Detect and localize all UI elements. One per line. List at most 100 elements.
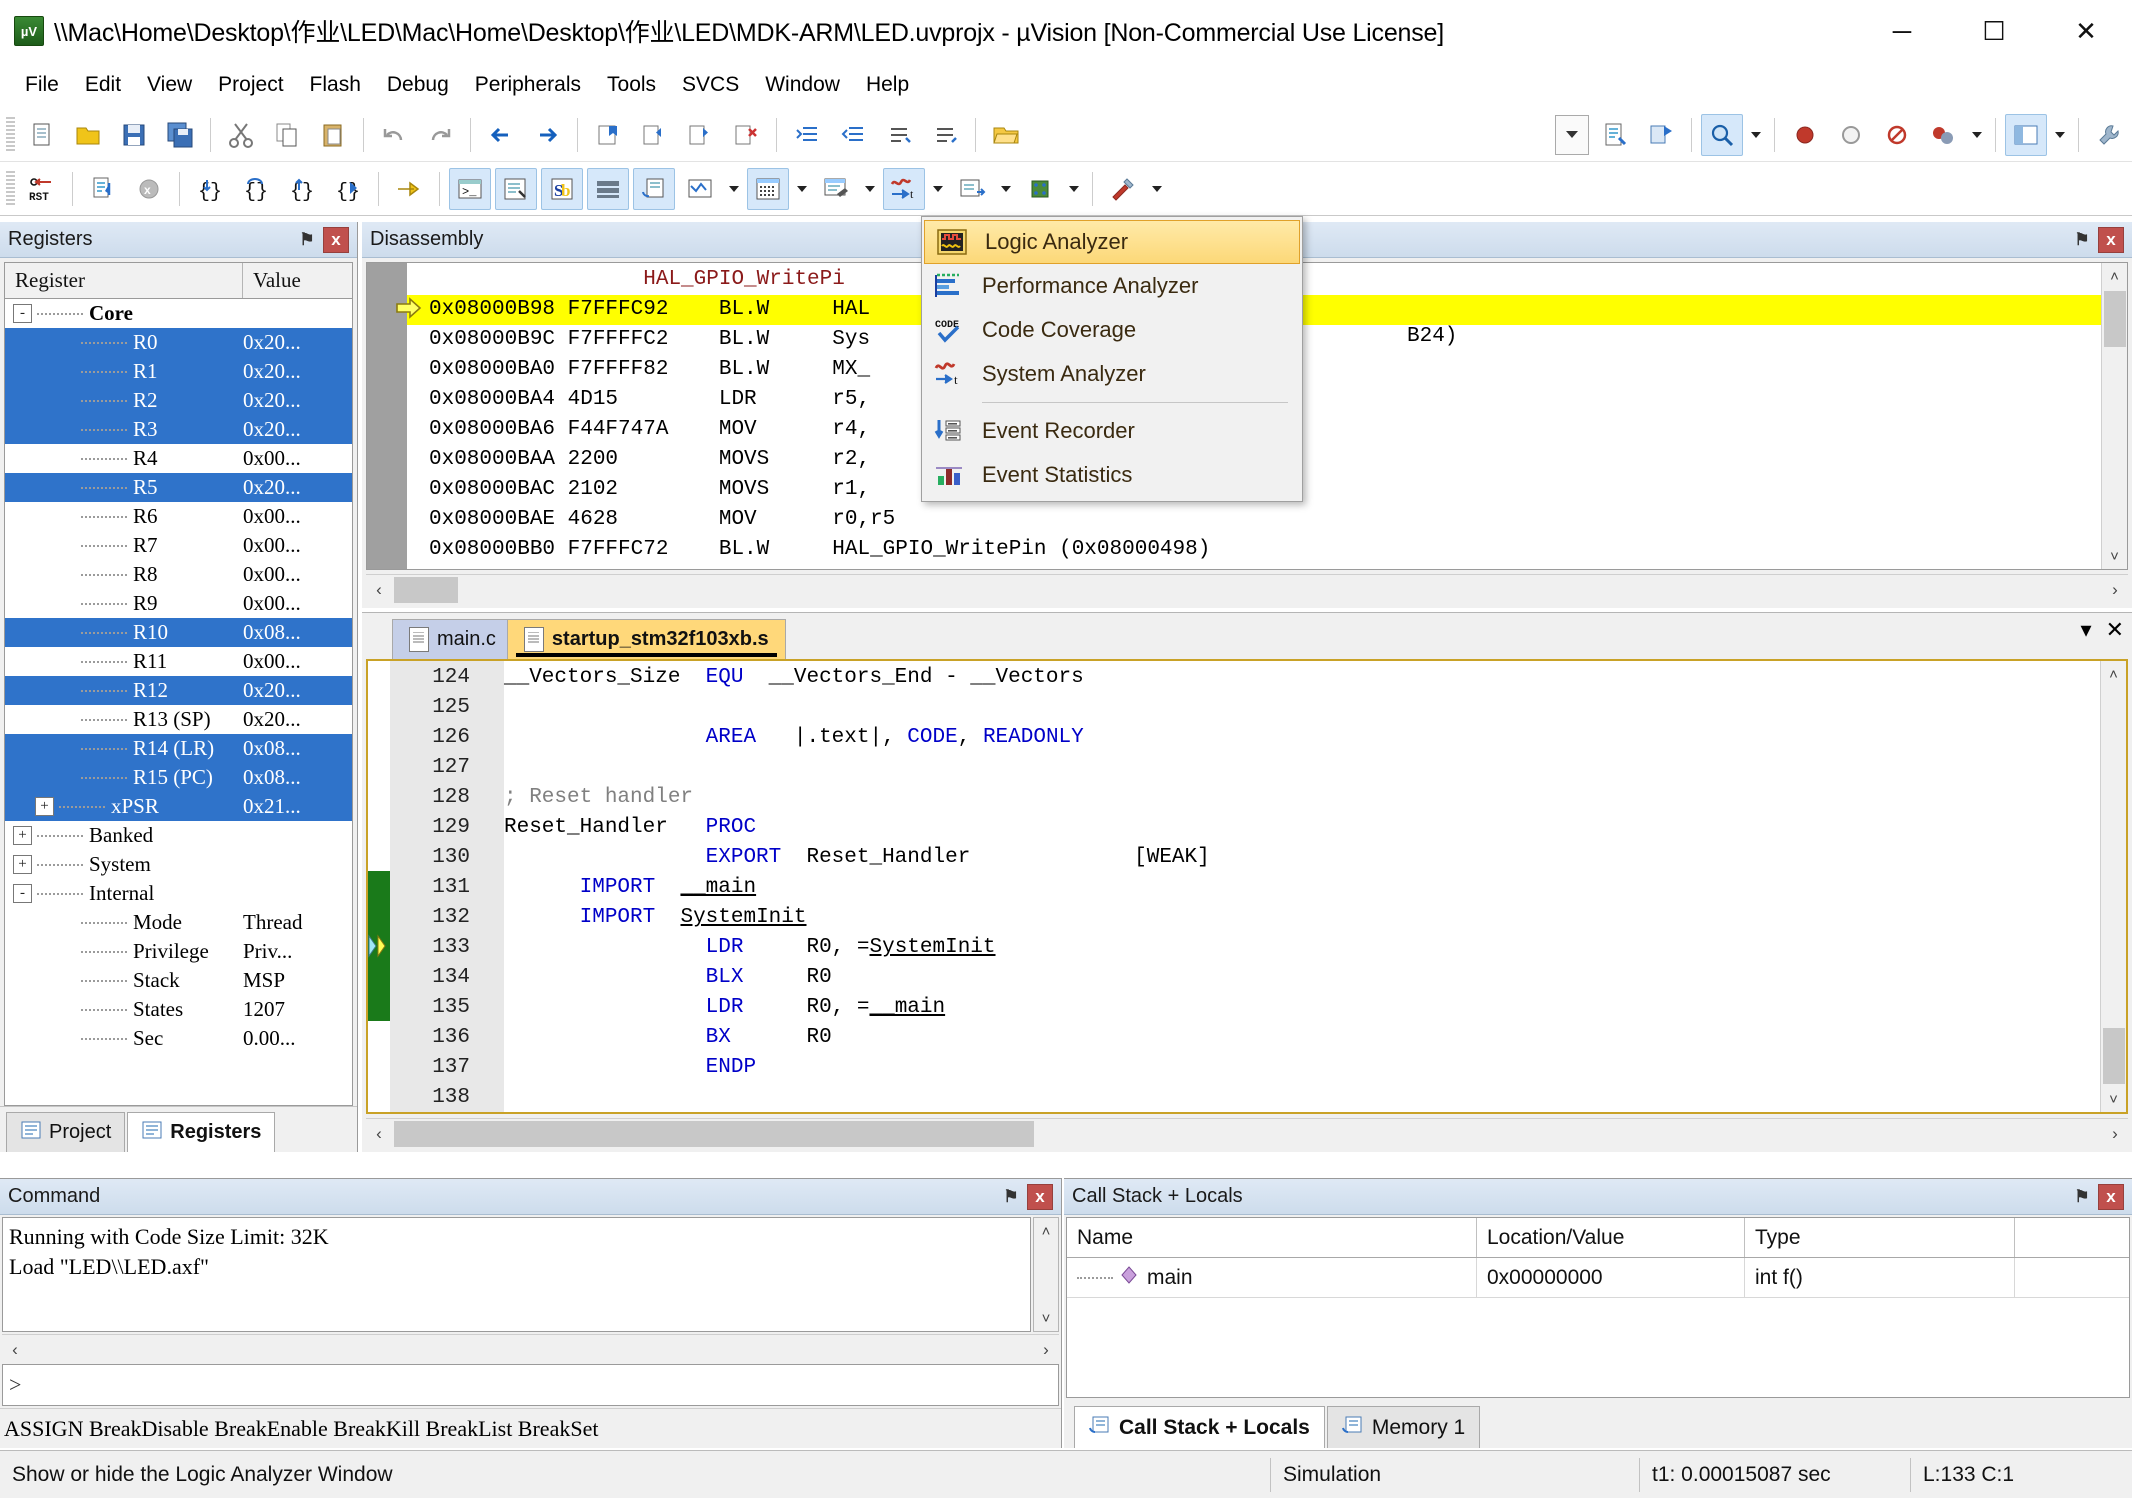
column-header-value[interactable]: Value: [243, 263, 352, 298]
code-line[interactable]: ; Reset handler: [504, 783, 2126, 813]
menu-flash[interactable]: Flash: [297, 68, 374, 102]
command-output[interactable]: Running with Code Size Limit: 32KLoad "L…: [2, 1217, 1031, 1332]
maximize-button[interactable]: ☐: [1948, 0, 2040, 62]
scroll-up-icon[interactable]: ˄: [2102, 263, 2128, 289]
register-value-cell[interactable]: 0x20...: [243, 417, 352, 442]
command-horizontal-scrollbar[interactable]: ‹ ›: [2, 1334, 1059, 1364]
command-window-button[interactable]: >_: [449, 168, 491, 210]
menu-debug[interactable]: Debug: [374, 68, 462, 102]
code-line[interactable]: [504, 693, 2126, 723]
disassembly-line[interactable]: 0x08000BB0 F7FFFC72 BL.W HAL_GPIO_WriteP…: [407, 535, 2127, 565]
editor-body[interactable]: 1241251261271281291301311321331341351361…: [366, 659, 2128, 1114]
navigate-forward-button[interactable]: [526, 114, 568, 156]
new-file-button[interactable]: [21, 114, 63, 156]
menu-tools[interactable]: Tools: [594, 68, 669, 102]
register-row[interactable]: R14 (LR)0x08...: [5, 734, 352, 763]
disassembly-line[interactable]: 0x08000BAE 4628 MOV r0,r5: [407, 505, 2127, 535]
register-value-cell[interactable]: 0x00...: [243, 533, 352, 558]
pin-icon[interactable]: ⚑: [294, 227, 320, 253]
watch-dropdown-arrow[interactable]: [723, 168, 745, 210]
memory-dropdown-arrow[interactable]: [791, 168, 813, 210]
disassembly-vertical-scrollbar[interactable]: ˄ ˅: [2101, 263, 2127, 569]
memory-window-button[interactable]: [747, 168, 789, 210]
close-icon[interactable]: x: [2098, 227, 2124, 253]
register-row[interactable]: R90x00...: [5, 589, 352, 618]
scroll-thumb[interactable]: [394, 577, 458, 603]
open-file-button[interactable]: [67, 114, 109, 156]
editor-vertical-scrollbar[interactable]: ˄ ˅: [2100, 661, 2126, 1112]
run-to-cursor-button[interactable]: {}: [327, 168, 369, 210]
menu-item-logic-analyzer[interactable]: Logic Analyzer: [924, 220, 1300, 264]
step-into-button[interactable]: {}: [189, 168, 231, 210]
menu-item-event-recorder[interactable]: Event Recorder: [922, 409, 1302, 453]
reset-button[interactable]: RST: [21, 168, 63, 210]
editor-tab-startup-stm32f103xb-s[interactable]: startup_stm32f103xb.s: [507, 619, 786, 659]
menu-item-event-statistics[interactable]: Event Statistics: [922, 453, 1302, 497]
menu-edit[interactable]: Edit: [72, 68, 134, 102]
register-value-cell[interactable]: MSP: [243, 968, 352, 993]
code-line[interactable]: BLX R0: [504, 963, 2126, 993]
code-line[interactable]: AREA |.text|, CODE, READONLY: [504, 723, 2126, 753]
copy-button[interactable]: [266, 114, 308, 156]
bookmark-next-button[interactable]: [679, 114, 721, 156]
close-icon[interactable]: x: [1027, 1184, 1053, 1210]
save-button[interactable]: [113, 114, 155, 156]
menu-item-system-analyzer[interactable]: tSystem Analyzer: [922, 352, 1302, 396]
register-value-cell[interactable]: 0x20...: [243, 388, 352, 413]
code-line[interactable]: ENDP: [504, 1053, 2126, 1083]
code-line[interactable]: IMPORT __main: [504, 873, 2126, 903]
register-row[interactable]: R120x20...: [5, 676, 352, 705]
register-row[interactable]: R80x00...: [5, 560, 352, 589]
navigate-back-button[interactable]: [480, 114, 522, 156]
code-line[interactable]: LDR R0, =__main: [504, 993, 2126, 1023]
peripherals-dropdown-arrow[interactable]: [1063, 168, 1085, 210]
editor-horizontal-scrollbar[interactable]: ‹ ›: [366, 1118, 2128, 1148]
bookmark-clear-button[interactable]: [725, 114, 767, 156]
tab-project[interactable]: Project: [6, 1112, 125, 1152]
register-value-cell[interactable]: 0x00...: [243, 649, 352, 674]
zoom-button[interactable]: [1701, 114, 1743, 156]
close-icon[interactable]: x: [2098, 1184, 2124, 1210]
call-stack-button[interactable]: [633, 168, 675, 210]
tools-button[interactable]: [1102, 168, 1144, 210]
menu-item-code-coverage[interactable]: CODECode Coverage: [922, 308, 1302, 352]
column-header-location[interactable]: Location/Value: [1477, 1218, 1745, 1257]
menu-window[interactable]: Window: [752, 68, 853, 102]
analysis-dropdown-arrow[interactable]: [927, 168, 949, 210]
analysis-window-button[interactable]: t: [883, 168, 925, 210]
target-options-button[interactable]: [1594, 114, 1636, 156]
expand-icon[interactable]: +: [13, 855, 32, 874]
toolbar-grip[interactable]: [6, 171, 15, 207]
register-row[interactable]: R10x20...: [5, 357, 352, 386]
register-row[interactable]: R00x20...: [5, 328, 352, 357]
register-row[interactable]: -Core: [5, 299, 352, 328]
register-value-cell[interactable]: 0x20...: [243, 678, 352, 703]
scroll-right-icon[interactable]: ›: [2102, 1120, 2128, 1148]
scroll-left-icon[interactable]: ‹: [2, 1336, 28, 1364]
register-row[interactable]: +Banked: [5, 821, 352, 850]
serial-window-button[interactable]: [815, 168, 857, 210]
menu-item-performance-analyzer[interactable]: Performance Analyzer: [922, 264, 1302, 308]
command-input[interactable]: >: [2, 1364, 1059, 1406]
scroll-left-icon[interactable]: ‹: [366, 576, 392, 604]
menu-peripherals[interactable]: Peripherals: [462, 68, 594, 102]
register-value-cell[interactable]: 0x00...: [243, 446, 352, 471]
scroll-right-icon[interactable]: ›: [2102, 576, 2128, 604]
close-button[interactable]: ✕: [2040, 0, 2132, 62]
bookmark-prev-button[interactable]: [633, 114, 675, 156]
step-out-button[interactable]: {}: [281, 168, 323, 210]
editor-breakpoint-margin[interactable]: [368, 661, 390, 1112]
scroll-down-icon[interactable]: ˅: [2102, 543, 2128, 569]
indent-button[interactable]: [786, 114, 828, 156]
code-line[interactable]: [504, 753, 2126, 783]
pin-icon[interactable]: ⚑: [2069, 227, 2095, 253]
bookmark-toggle-button[interactable]: [587, 114, 629, 156]
tab-registers[interactable]: Registers: [127, 1112, 275, 1152]
register-value-cell[interactable]: Thread: [243, 910, 352, 935]
show-next-statement-button[interactable]: [388, 168, 430, 210]
register-row[interactable]: States1207: [5, 995, 352, 1024]
peripherals-button[interactable]: [1019, 168, 1061, 210]
editor-tab-main-c[interactable]: main.c: [392, 619, 513, 659]
register-value-cell[interactable]: 0x08...: [243, 620, 352, 645]
register-row[interactable]: StackMSP: [5, 966, 352, 995]
